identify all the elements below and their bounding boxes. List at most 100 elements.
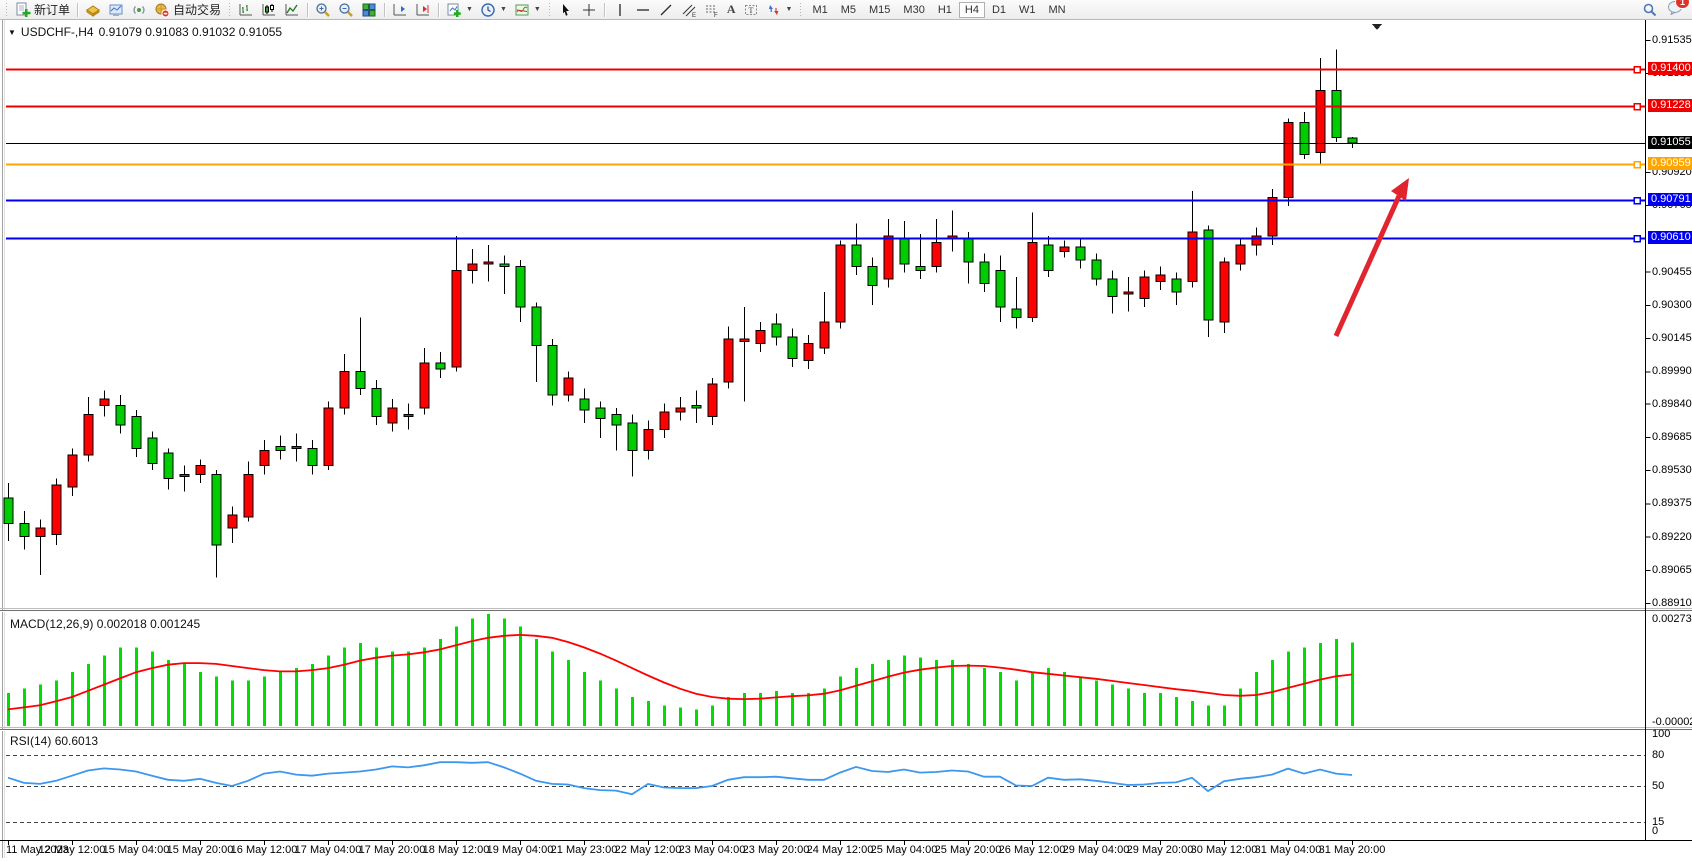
zoom-in-button[interactable] [312,1,334,19]
timeframe-h4-button[interactable]: H4 [959,2,985,18]
bar-chart-button[interactable] [235,1,257,19]
rsi-scale-label: 100 [1652,728,1670,740]
notification-badge: 1 [1675,0,1690,9]
text-tool-button[interactable]: A [724,1,739,19]
macd-scale-max: 0.00273 [1652,613,1692,625]
vertical-line-icon [612,2,628,18]
chevron-down-icon: ▼ [500,6,507,13]
new-chart-icon [446,2,462,18]
signal-button[interactable] [128,1,150,19]
timeframe-w1-button[interactable]: W1 [1013,2,1042,18]
trendline-icon [658,2,674,18]
new-order-button[interactable]: 新订单 [12,1,73,19]
time-axis-label: 26 May 12:00 [999,844,1066,856]
line-handle[interactable] [1634,67,1640,73]
separator [604,3,605,17]
time-axis-label: 24 May 12:00 [807,844,874,856]
chevron-down-icon: ▼ [466,6,473,13]
rsi-scale-label: 0 [1652,825,1658,837]
chevron-down-icon: ▼ [786,6,793,13]
toolbar-grip[interactable] [547,3,552,17]
auto-trading-label: 自动交易 [173,1,221,18]
line-handle[interactable] [1634,162,1640,168]
rsi-line [8,762,1352,794]
time-axis-label: 17 May 20:00 [359,844,426,856]
timeframe-m15-button[interactable]: M15 [863,2,896,18]
chat-button[interactable]: 1 [1667,0,1684,20]
price-axis-tick: 0.90300 [1652,299,1692,311]
horizontal-line-tool-button[interactable] [632,1,654,19]
new-order-label: 新订单 [34,1,70,18]
text-label-icon: T [743,2,759,18]
zoom-out-button[interactable] [335,1,357,19]
time-axis-label: 22 May 12:00 [615,844,682,856]
text-label-tool-button[interactable]: T [740,1,762,19]
macd-scale-min: -0.000024 [1652,716,1692,728]
auto-trading-icon [154,2,170,18]
indicators-button[interactable]: ▼ [511,1,544,19]
horizontal-price-lines [6,67,1646,242]
time-axis-label: 12 May 12:00 [39,844,106,856]
timeframe-m30-button[interactable]: M30 [897,2,930,18]
toolbar: 新订单 [0,0,1692,20]
macd-pane[interactable] [7,614,1354,726]
profiles-clock-button[interactable]: ▼ [477,1,510,19]
price-axis-tick: 0.89990 [1652,365,1692,377]
svg-text:T: T [748,6,753,15]
tile-windows-button[interactable] [358,1,380,19]
equidistant-channel-tool-button[interactable]: E [678,1,700,19]
rsi-indicator-label: RSI(14) 60.6013 [10,734,98,748]
search-button[interactable] [1639,1,1661,19]
vertical-line-tool-button[interactable] [609,1,631,19]
chart-shift-marker[interactable] [1372,24,1382,30]
price-chart-canvas[interactable] [0,20,1692,862]
timeframe-m1-button[interactable]: M1 [806,2,833,18]
chart-window: ▼ USDCHF-,H4 0.91079 0.91083 0.91032 0.9… [0,20,1692,862]
price-line-badge: 0.90959 [1648,157,1692,170]
trendline-tool-button[interactable] [655,1,677,19]
timeframe-m5-button[interactable]: M5 [835,2,862,18]
cursor-icon [558,2,574,18]
auto-trading-button[interactable]: 自动交易 [151,1,224,19]
timeframe-mn-button[interactable]: MN [1043,2,1072,18]
line-chart-button[interactable] [281,1,303,19]
rsi-pane[interactable] [6,756,1646,823]
chevron-down-icon: ▼ [534,6,541,13]
crosshair-tool-button[interactable] [578,1,600,19]
line-handle[interactable] [1634,236,1640,242]
line-handle[interactable] [1634,198,1640,204]
rsi-scale-label: 80 [1652,749,1664,761]
data-window-button[interactable] [105,1,127,19]
toolbar-grip[interactable] [4,3,9,17]
candlestick-series [4,50,1357,578]
time-axis-label: 19 May 04:00 [487,844,554,856]
line-handle[interactable] [1634,104,1640,110]
fibonacci-tool-button[interactable]: F [701,1,723,19]
new-chart-button[interactable]: ▼ [443,1,476,19]
candlestick-chart-icon [261,2,277,18]
market-watch-button[interactable] [82,1,104,19]
price-axis-tick: 0.88910 [1652,597,1692,609]
trend-arrow-annotation[interactable] [1336,178,1409,336]
chart-ohlc-values: 0.91079 0.91083 0.91032 0.91055 [99,25,283,39]
time-axis-label: 25 May 04:00 [871,844,938,856]
arrow-objects-button[interactable]: ▼ [763,1,796,19]
timeframe-h1-button[interactable]: H1 [932,2,958,18]
auto-scroll-button[interactable] [389,1,411,19]
timeframe-d1-button[interactable]: D1 [986,2,1012,18]
price-line-badge: 0.91228 [1648,99,1692,112]
chart-dropdown-icon[interactable]: ▼ [8,28,16,37]
price-axis-tick: 0.91535 [1652,34,1692,46]
indicators-icon [514,2,530,18]
time-axis-label: 23 May 04:00 [679,844,746,856]
price-axis-tick: 0.89530 [1652,464,1692,476]
time-axis-label: 31 May 20:00 [1319,844,1386,856]
time-axis-label: 21 May 23:00 [551,844,618,856]
cursor-tool-button[interactable] [555,1,577,19]
toolbar-grip[interactable] [798,3,803,17]
toolbar-grip[interactable] [227,3,232,17]
signal-icon [131,2,147,18]
chart-shift-button[interactable] [412,1,434,19]
candlestick-chart-button[interactable] [258,1,280,19]
current-price-badge: 0.91055 [1648,136,1692,149]
